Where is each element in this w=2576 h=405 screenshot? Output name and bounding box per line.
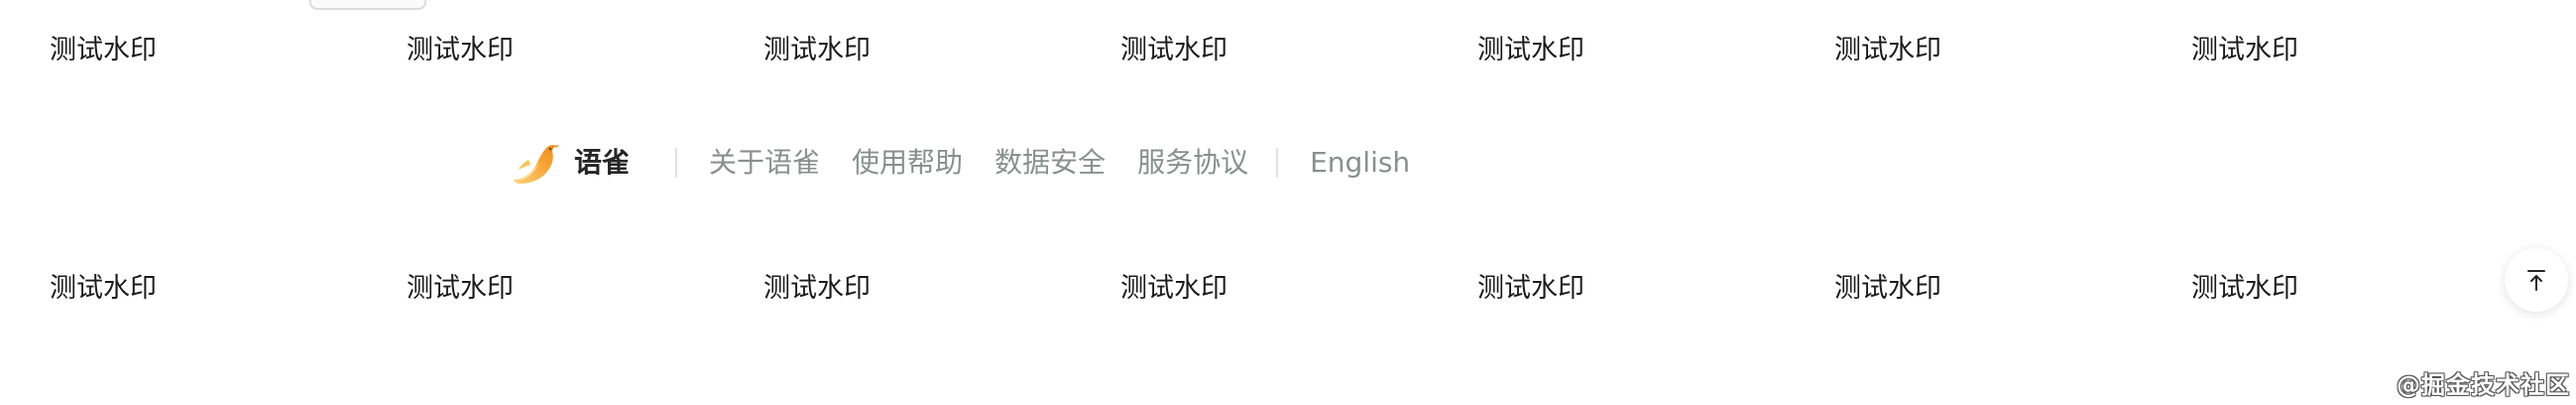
watermark-text: 测试水印	[2191, 35, 2298, 66]
footer-link-security[interactable]: 数据安全	[995, 143, 1106, 183]
watermark-text: 测试水印	[50, 35, 157, 66]
back-to-top-button[interactable]	[2505, 248, 2568, 312]
watermark-text: 测试水印	[407, 273, 514, 304]
watermark-text: 测试水印	[1477, 35, 1584, 66]
watermark-row-bottom: 测试水印 测试水印 测试水印 测试水印 测试水印 测试水印 测试水印	[0, 269, 2576, 309]
footer-link-terms[interactable]: 服务协议	[1137, 143, 1248, 183]
footer-link-about[interactable]: 关于语雀	[709, 143, 820, 183]
page: 测试水印 测试水印 测试水印 测试水印 测试水印 测试水印 测试水印 语雀 关于…	[0, 0, 2576, 405]
top-tab-edge	[309, 0, 426, 10]
arrow-up-to-top-icon	[2527, 270, 2545, 291]
watermark-text: 测试水印	[2191, 273, 2298, 304]
watermark-text: 测试水印	[1834, 273, 1941, 304]
watermark-text: 测试水印	[50, 273, 157, 304]
footer-link-english[interactable]: English	[1310, 143, 1410, 183]
watermark-text: 测试水印	[407, 35, 514, 66]
footer-divider	[675, 148, 678, 178]
watermark-text: 测试水印	[1834, 35, 1941, 66]
footer-divider	[1276, 148, 1279, 178]
watermark-row-top: 测试水印 测试水印 测试水印 测试水印 测试水印 测试水印 测试水印	[0, 31, 2576, 70]
watermark-text: 测试水印	[1120, 35, 1228, 66]
yuque-bird-logo-icon	[514, 144, 559, 184]
site-watermark: @掘金技术社区	[2397, 371, 2570, 399]
brand-name: 语雀	[574, 146, 631, 179]
footer: 语雀 关于语雀 使用帮助 数据安全 服务协议 English	[511, 137, 1410, 189]
watermark-text: 测试水印	[1477, 273, 1584, 304]
watermark-text: 测试水印	[763, 35, 871, 66]
brand-home-link[interactable]: 语雀	[511, 140, 630, 186]
footer-link-help[interactable]: 使用帮助	[852, 143, 963, 183]
watermark-text: 测试水印	[1120, 273, 1228, 304]
watermark-text: 测试水印	[763, 273, 871, 304]
